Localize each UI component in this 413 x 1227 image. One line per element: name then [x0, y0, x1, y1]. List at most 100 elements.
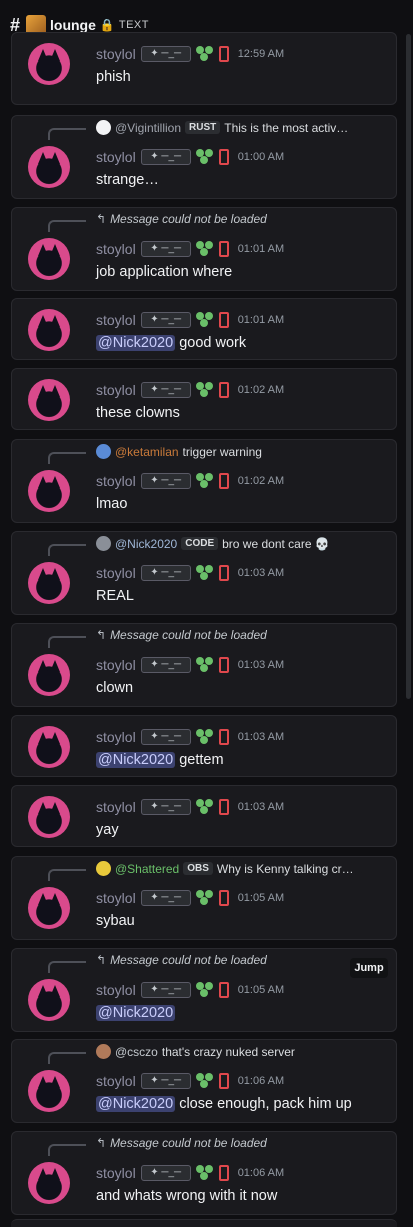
guild-tag[interactable]: ✦ ─_─ — [140, 241, 191, 257]
username[interactable]: stoylol — [96, 241, 136, 257]
reply-username[interactable]: @Nick2020 — [115, 537, 177, 551]
timestamp[interactable]: 01:05 AM — [238, 892, 284, 904]
username[interactable]: stoylol — [96, 149, 136, 165]
guild-tag[interactable]: ✦ ─_─ — [140, 890, 191, 906]
guild-tag[interactable]: ✦ ─_─ — [140, 473, 191, 489]
reply-connector — [48, 452, 86, 464]
username[interactable]: stoylol — [96, 382, 136, 398]
avatar[interactable] — [28, 470, 70, 512]
message-meta: stoylol ✦ ─_─ 01:01 AM — [96, 241, 284, 257]
reply-avatar[interactable] — [96, 444, 111, 459]
username[interactable]: stoylol — [96, 890, 136, 906]
timestamp[interactable]: 01:05 AM — [238, 984, 284, 996]
reply-username[interactable]: @Vigintillion — [115, 121, 181, 135]
guild-tag[interactable]: ✦ ─_─ — [140, 729, 191, 745]
username[interactable]: stoylol — [96, 1073, 136, 1089]
clover-icon — [195, 1073, 214, 1089]
avatar[interactable] — [28, 43, 70, 85]
channel-name[interactable]: lounge — [50, 17, 96, 33]
reply-arrow-icon: ↰ — [96, 953, 107, 967]
timestamp[interactable]: 01:06 AM — [238, 1075, 284, 1087]
avatar[interactable] — [28, 654, 70, 696]
reply-preview[interactable]: ↰ Message could not be loaded — [96, 212, 267, 226]
guild-tag[interactable]: ✦ ─_─ — [140, 1073, 191, 1089]
reply-username[interactable]: @csczo — [115, 1045, 158, 1059]
guild-tag[interactable]: ✦ ─_─ — [140, 565, 191, 581]
reply-preview[interactable]: ↰ Message could not be loaded — [96, 1136, 267, 1150]
timestamp[interactable]: 01:02 AM — [238, 475, 284, 487]
avatar[interactable] — [28, 1070, 70, 1112]
message-meta: stoylol ✦ ─_─ 01:02 AM — [96, 382, 284, 398]
message-text: and whats wrong with it now — [96, 1188, 278, 1204]
guild-tag[interactable]: ✦ ─_─ — [140, 46, 191, 62]
reply-avatar[interactable] — [96, 1044, 111, 1059]
timestamp[interactable]: 01:00 AM — [238, 151, 284, 163]
message-meta: stoylol ✦ ─_─ 01:06 AM — [96, 1165, 284, 1181]
message-text: good work — [175, 335, 247, 351]
avatar[interactable] — [28, 562, 70, 604]
username[interactable]: stoylol — [96, 312, 136, 328]
reply-username[interactable]: @ketamilan — [115, 445, 179, 459]
guild-tag[interactable]: ✦ ─_─ — [140, 312, 191, 328]
reply-preview[interactable]: @ketamilan trigger warning — [96, 444, 262, 459]
reply-preview[interactable]: @Vigintillion RUST This is the most activ… — [96, 120, 348, 135]
user-mention[interactable]: @Nick2020 — [96, 1005, 176, 1021]
phone-icon — [218, 241, 229, 257]
phone-icon — [218, 382, 229, 398]
timestamp[interactable]: 01:02 AM — [238, 384, 284, 396]
reply-preview[interactable]: @Shattered OBS Why is Kenny talking cr… — [96, 861, 354, 876]
timestamp[interactable]: 01:01 AM — [238, 243, 284, 255]
guild-tag[interactable]: ✦ ─_─ — [140, 799, 191, 815]
guild-tag[interactable]: ✦ ─_─ — [140, 149, 191, 165]
user-mention[interactable]: @Nick2020 — [96, 335, 176, 351]
reply-preview[interactable]: @csczo that's crazy nuked server — [96, 1044, 295, 1059]
avatar[interactable] — [28, 238, 70, 280]
message-meta: stoylol ✦ ─_─ 01:03 AM — [96, 565, 284, 581]
username[interactable]: stoylol — [96, 473, 136, 489]
timestamp[interactable]: 01:01 AM — [238, 314, 284, 326]
timestamp[interactable]: 01:03 AM — [238, 567, 284, 579]
avatar[interactable] — [28, 309, 70, 351]
username[interactable]: stoylol — [96, 1165, 136, 1181]
avatar[interactable] — [28, 379, 70, 421]
avatar[interactable] — [28, 1162, 70, 1204]
timestamp[interactable]: 01:06 AM — [238, 1167, 284, 1179]
timestamp[interactable]: 12:59 AM — [238, 48, 284, 60]
phone-icon — [218, 1073, 229, 1089]
reply-avatar[interactable] — [96, 861, 111, 876]
avatar[interactable] — [28, 726, 70, 768]
username[interactable]: stoylol — [96, 729, 136, 745]
timestamp[interactable]: 01:03 AM — [238, 801, 284, 813]
message-meta: stoylol ✦ ─_─ 01:03 AM — [96, 729, 284, 745]
username[interactable]: stoylol — [96, 657, 136, 673]
timestamp[interactable]: 01:03 AM — [238, 731, 284, 743]
guild-tag[interactable]: ✦ ─_─ — [140, 657, 191, 673]
guild-tag[interactable]: ✦ ─_─ — [140, 982, 191, 998]
user-mention[interactable]: @Nick2020 — [96, 1096, 176, 1112]
message-card: @Shattered OBS Why is Kenny talking cr… sto… — [11, 856, 397, 940]
guild-tag[interactable]: ✦ ─_─ — [140, 1165, 191, 1181]
scrollbar[interactable] — [406, 34, 411, 699]
reply-avatar[interactable] — [96, 536, 111, 551]
reply-role-tag: CODE — [181, 537, 219, 550]
avatar[interactable] — [28, 796, 70, 838]
username[interactable]: stoylol — [96, 46, 136, 62]
reply-username[interactable]: @Shattered — [115, 862, 179, 876]
timestamp[interactable]: 01:03 AM — [238, 659, 284, 671]
avatar[interactable] — [28, 887, 70, 929]
user-mention[interactable]: @Nick2020 — [96, 752, 176, 768]
reply-preview[interactable]: @Nick2020 CODE bro we dont care 💀 — [96, 536, 330, 551]
jump-button[interactable]: Jump — [350, 958, 388, 978]
reply-preview[interactable]: ↰ Message could not be loaded — [96, 628, 267, 642]
guild-tag[interactable]: ✦ ─_─ — [140, 382, 191, 398]
reply-connector — [48, 544, 86, 556]
avatar[interactable] — [28, 979, 70, 1021]
reply-preview[interactable]: ↰ Message could not be loaded — [96, 953, 267, 967]
reply-arrow-icon: ↰ — [96, 212, 107, 226]
username[interactable]: stoylol — [96, 565, 136, 581]
username[interactable]: stoylol — [96, 982, 136, 998]
avatar[interactable] — [28, 146, 70, 188]
reply-text: Why is Kenny talking cr… — [216, 861, 354, 876]
username[interactable]: stoylol — [96, 799, 136, 815]
reply-avatar[interactable] — [96, 120, 111, 135]
